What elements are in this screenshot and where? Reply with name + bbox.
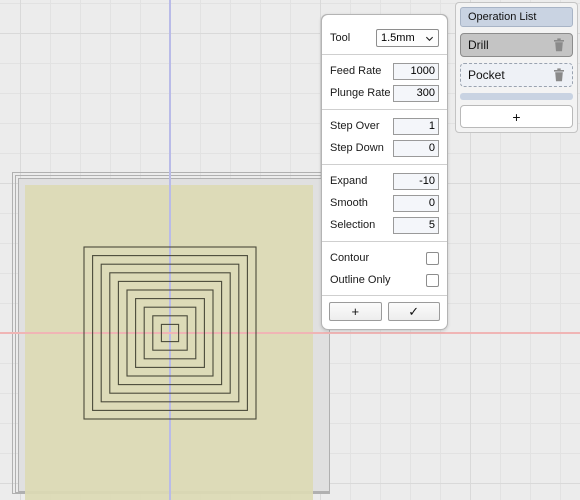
confirm-operation-button[interactable]: ✓	[387, 302, 440, 321]
plunge-rate-label: Plunge Rate	[330, 87, 391, 99]
divider-2	[322, 109, 447, 110]
field-smooth: Smooth 0	[322, 192, 447, 214]
selection-label: Selection	[330, 219, 376, 231]
outline-only-label: Outline Only	[330, 274, 391, 286]
expand-input[interactable]: -10	[393, 172, 439, 190]
step-down-label: Step Down	[330, 142, 384, 154]
field-expand: Expand -10	[322, 170, 447, 192]
outline-only-checkbox[interactable]	[426, 273, 439, 287]
axis-horizontal	[0, 332, 580, 334]
operation-settings-panel: Tool 1.5mm Feed Rate 1000 Plunge Rate 30	[321, 14, 448, 330]
field-outline-only: Outline Only	[322, 269, 447, 291]
contour-checkbox[interactable]	[426, 251, 439, 265]
add-operation-button[interactable]: +	[329, 302, 382, 321]
field-plunge-rate: Plunge Rate 300	[322, 82, 447, 104]
smooth-input[interactable]: 0	[393, 194, 439, 212]
divider-3	[322, 164, 447, 165]
field-group-rates: Feed Rate 1000 Plunge Rate 300	[322, 60, 447, 104]
panel-action-buttons: + ✓	[322, 295, 447, 329]
smooth-label: Smooth	[330, 197, 368, 209]
field-tool: Tool 1.5mm	[322, 27, 447, 49]
chevron-down-icon	[425, 36, 434, 41]
divider-4	[322, 241, 447, 242]
cam-application-window: Tool 1.5mm Feed Rate 1000 Plunge Rate 30	[0, 0, 580, 500]
feed-rate-label: Feed Rate	[330, 65, 382, 77]
plunge-rate-input[interactable]: 300	[393, 84, 439, 102]
field-group-toggles: Contour Outline Only	[322, 247, 447, 291]
field-selection: Selection 5	[322, 214, 447, 236]
operation-list-item-pocket[interactable]: Pocket	[460, 63, 573, 87]
axis-vertical	[169, 0, 171, 500]
expand-label: Expand	[330, 175, 368, 187]
operation-list-scrollbar[interactable]	[460, 93, 573, 100]
field-feed-rate: Feed Rate 1000	[322, 60, 447, 82]
operation-list-panel: Operation List Drill Pocket +	[455, 2, 578, 133]
operation-item-label: Drill	[468, 38, 489, 52]
tool-select[interactable]: 1.5mm	[376, 29, 439, 47]
contour-label: Contour	[330, 252, 370, 264]
operation-list-item-drill[interactable]: Drill	[460, 33, 573, 57]
step-over-input[interactable]: 1	[393, 117, 439, 135]
selection-input[interactable]: 5	[393, 216, 439, 234]
step-down-input[interactable]: 0	[393, 139, 439, 157]
add-operation-list-button[interactable]: +	[460, 105, 573, 128]
trash-icon[interactable]	[553, 68, 565, 82]
feed-rate-input[interactable]: 1000	[393, 62, 439, 80]
field-step-down: Step Down 0	[322, 137, 447, 159]
field-step-over: Step Over 1	[322, 115, 447, 137]
tool-select-value: 1.5mm	[381, 32, 415, 44]
tool-label: Tool	[330, 32, 351, 44]
field-group-shape: Expand -10 Smooth 0 Selection 5	[322, 170, 447, 236]
trash-icon[interactable]	[553, 38, 565, 52]
field-contour: Contour	[322, 247, 447, 269]
field-group-steps: Step Over 1 Step Down 0	[322, 115, 447, 159]
step-over-label: Step Over	[330, 120, 380, 132]
divider-1	[322, 54, 447, 55]
operation-list-title: Operation List	[460, 7, 573, 27]
operation-item-label: Pocket	[468, 68, 505, 82]
